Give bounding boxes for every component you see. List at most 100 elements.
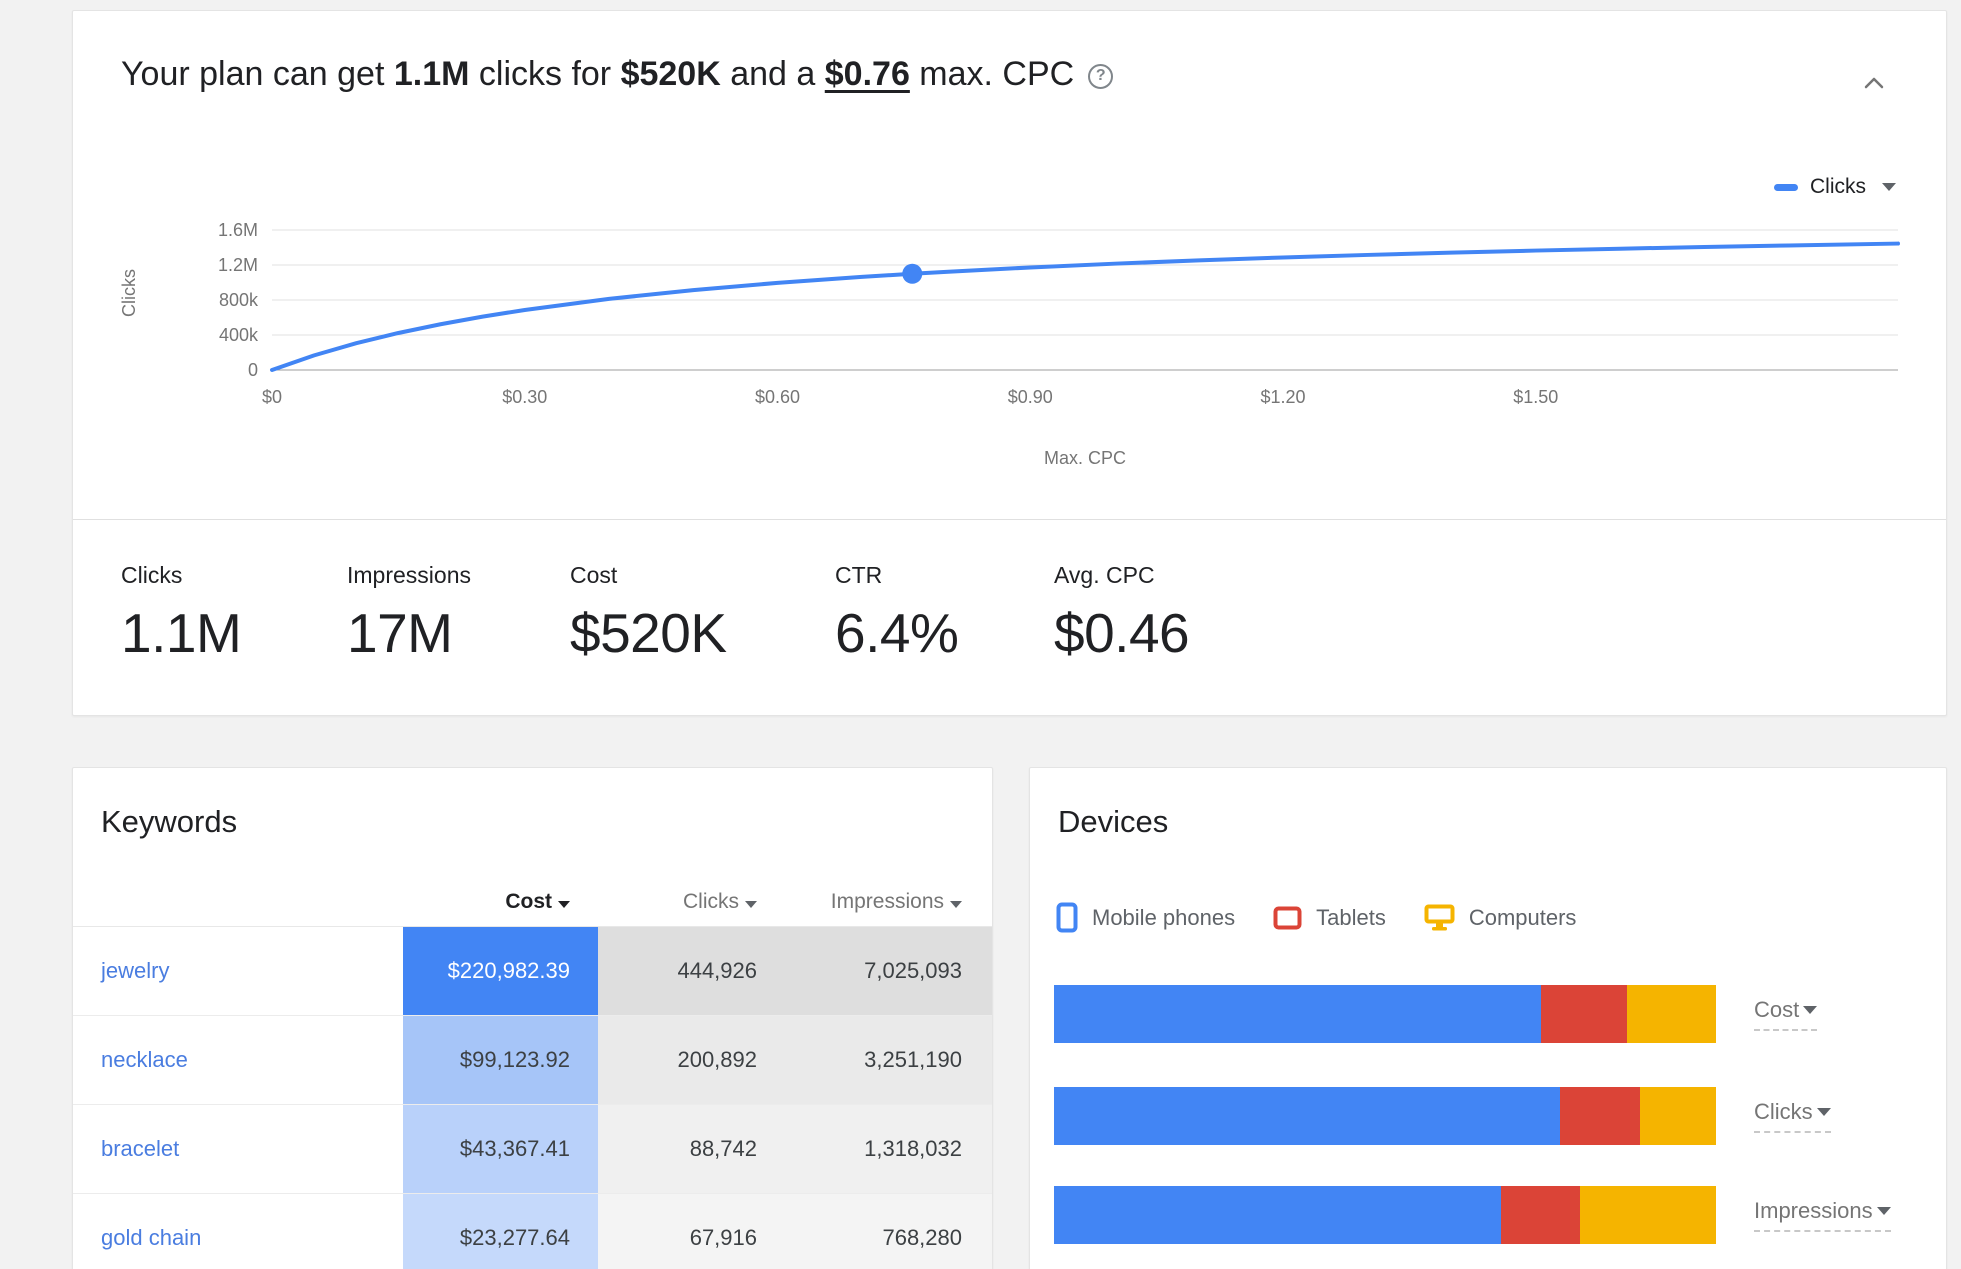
- chevron-down-icon: [1877, 1207, 1891, 1215]
- sort-header-clicks[interactable]: Clicks: [598, 890, 785, 914]
- clicks-cell: 200,892: [598, 1016, 785, 1104]
- table-row: gold chain $23,277.64 67,916 768,280: [73, 1194, 992, 1269]
- keyword-link[interactable]: jewelry: [73, 927, 403, 1015]
- table-row: jewelry $220,982.39 444,926 7,025,093: [73, 927, 992, 1016]
- metric-label: Avg. CPC: [1054, 562, 1189, 589]
- metric-value: 6.4%: [835, 601, 958, 665]
- sort-caret-icon: [558, 901, 570, 908]
- bar-segment-computers: [1627, 985, 1716, 1043]
- device-bar-row-impressions: Impressions: [1054, 1186, 1891, 1244]
- sort-caret-icon: [950, 901, 962, 908]
- bar-metric-label: Clicks: [1754, 1099, 1813, 1125]
- column-label: Clicks: [683, 890, 739, 913]
- svg-text:$0.90: $0.90: [1008, 387, 1053, 407]
- metric-avg-cpc: Avg. CPC $0.46: [1054, 562, 1189, 665]
- bar-segment-tablets: [1501, 1186, 1580, 1244]
- svg-text:1.2M: 1.2M: [218, 255, 258, 275]
- chevron-down-icon: [1817, 1108, 1831, 1116]
- legend-label: Tablets: [1316, 905, 1386, 931]
- stacked-bar[interactable]: [1054, 1186, 1716, 1244]
- bar-segment-computers: [1640, 1087, 1716, 1145]
- legend-item-computers: Computers: [1424, 904, 1577, 931]
- stacked-bar[interactable]: [1054, 1087, 1716, 1145]
- plan-headline: Your plan can get 1.1M clicks for $520K …: [121, 55, 1113, 94]
- impressions-cell: 3,251,190: [785, 1016, 992, 1104]
- computer-icon: [1424, 904, 1455, 931]
- column-label: Impressions: [831, 890, 944, 913]
- plan-summary-card: Your plan can get 1.1M clicks for $520K …: [72, 10, 1947, 716]
- headline-cost-value: $520K: [621, 55, 721, 93]
- metric-label: Impressions: [347, 562, 471, 589]
- bar-metric-selector-impressions[interactable]: Impressions: [1754, 1198, 1891, 1232]
- legend-item-tablets: Tablets: [1273, 905, 1386, 931]
- sort-header-cost[interactable]: Cost: [403, 890, 598, 914]
- svg-text:$0.30: $0.30: [502, 387, 547, 407]
- svg-text:800k: 800k: [219, 290, 259, 310]
- impressions-cell: 7,025,093: [785, 927, 992, 1015]
- clicks-vs-maxcpc-chart[interactable]: 0400k800k1.2M1.6M$0$0.30$0.60$0.90$1.20$…: [73, 161, 1948, 491]
- cost-cell: $99,123.92: [403, 1016, 598, 1104]
- table-row: bracelet $43,367.41 88,742 1,318,032: [73, 1105, 992, 1194]
- cost-cell: $43,367.41: [403, 1105, 598, 1193]
- svg-text:0: 0: [248, 360, 258, 380]
- chevron-down-icon: [1803, 1006, 1817, 1014]
- keywords-table-header: Cost Clicks Impressions: [73, 876, 992, 927]
- device-bar-row-cost: Cost: [1054, 985, 1817, 1043]
- metric-value: $520K: [570, 601, 727, 665]
- svg-text:1.6M: 1.6M: [218, 220, 258, 240]
- keywords-card: Keywords Cost Clicks Impressions jewelry…: [72, 767, 993, 1269]
- svg-text:$1.20: $1.20: [1260, 387, 1305, 407]
- legend-label: Computers: [1469, 905, 1577, 931]
- keywords-title: Keywords: [101, 804, 237, 840]
- headline-suffix: max. CPC: [910, 55, 1074, 93]
- keyword-link[interactable]: necklace: [73, 1016, 403, 1104]
- tablet-icon: [1273, 906, 1302, 930]
- clicks-cell: 88,742: [598, 1105, 785, 1193]
- metric-impressions: Impressions 17M: [347, 562, 471, 665]
- bar-segment-tablets: [1560, 1087, 1639, 1145]
- svg-text:Clicks: Clicks: [119, 269, 139, 317]
- cost-cell: $23,277.64: [403, 1194, 598, 1269]
- devices-legend: Mobile phones Tablets Computers: [1056, 902, 1576, 933]
- metric-value: 17M: [347, 601, 471, 665]
- summary-divider: [73, 519, 1946, 520]
- metric-label: CTR: [835, 562, 958, 589]
- cost-cell: $220,982.39: [403, 927, 598, 1015]
- metric-value: $0.46: [1054, 601, 1189, 665]
- bar-metric-selector-cost[interactable]: Cost: [1754, 997, 1817, 1031]
- sort-caret-icon: [745, 901, 757, 908]
- mobile-phone-icon: [1056, 902, 1078, 933]
- table-row: necklace $99,123.92 200,892 3,251,190: [73, 1016, 992, 1105]
- help-icon[interactable]: ?: [1088, 64, 1113, 89]
- headline-mid1: clicks for: [469, 55, 620, 93]
- legend-label: Mobile phones: [1092, 905, 1235, 931]
- impressions-cell: 768,280: [785, 1194, 992, 1269]
- metric-value: 1.1M: [121, 601, 241, 665]
- svg-text:Max. CPC: Max. CPC: [1044, 448, 1126, 468]
- bar-segment-mobile: [1054, 1087, 1560, 1145]
- sort-header-impressions[interactable]: Impressions: [785, 890, 992, 914]
- bar-segment-computers: [1580, 1186, 1716, 1244]
- keyword-link[interactable]: gold chain: [73, 1194, 403, 1269]
- bar-metric-label: Cost: [1754, 997, 1799, 1023]
- stacked-bar[interactable]: [1054, 985, 1716, 1043]
- bar-segment-tablets: [1541, 985, 1627, 1043]
- legend-item-mobile: Mobile phones: [1056, 902, 1235, 933]
- collapse-chevron-up-icon[interactable]: [1860, 73, 1888, 93]
- devices-card: Devices Mobile phones Tablets Computers: [1029, 767, 1947, 1269]
- impressions-cell: 1,318,032: [785, 1105, 992, 1193]
- headline-maxcpc-value: $0.76: [825, 55, 910, 93]
- headline-clicks-value: 1.1M: [394, 55, 470, 93]
- bar-metric-selector-clicks[interactable]: Clicks: [1754, 1099, 1831, 1133]
- column-label: Cost: [505, 890, 552, 913]
- metric-label: Clicks: [121, 562, 241, 589]
- metric-cost: Cost $520K: [570, 562, 727, 665]
- headline-prefix: Your plan can get: [121, 55, 394, 93]
- keyword-link[interactable]: bracelet: [73, 1105, 403, 1193]
- svg-text:400k: 400k: [219, 325, 259, 345]
- device-bar-row-clicks: Clicks: [1054, 1087, 1831, 1145]
- svg-text:$1.50: $1.50: [1513, 387, 1558, 407]
- metric-clicks: Clicks 1.1M: [121, 562, 241, 665]
- bar-segment-mobile: [1054, 985, 1541, 1043]
- metric-ctr: CTR 6.4%: [835, 562, 958, 665]
